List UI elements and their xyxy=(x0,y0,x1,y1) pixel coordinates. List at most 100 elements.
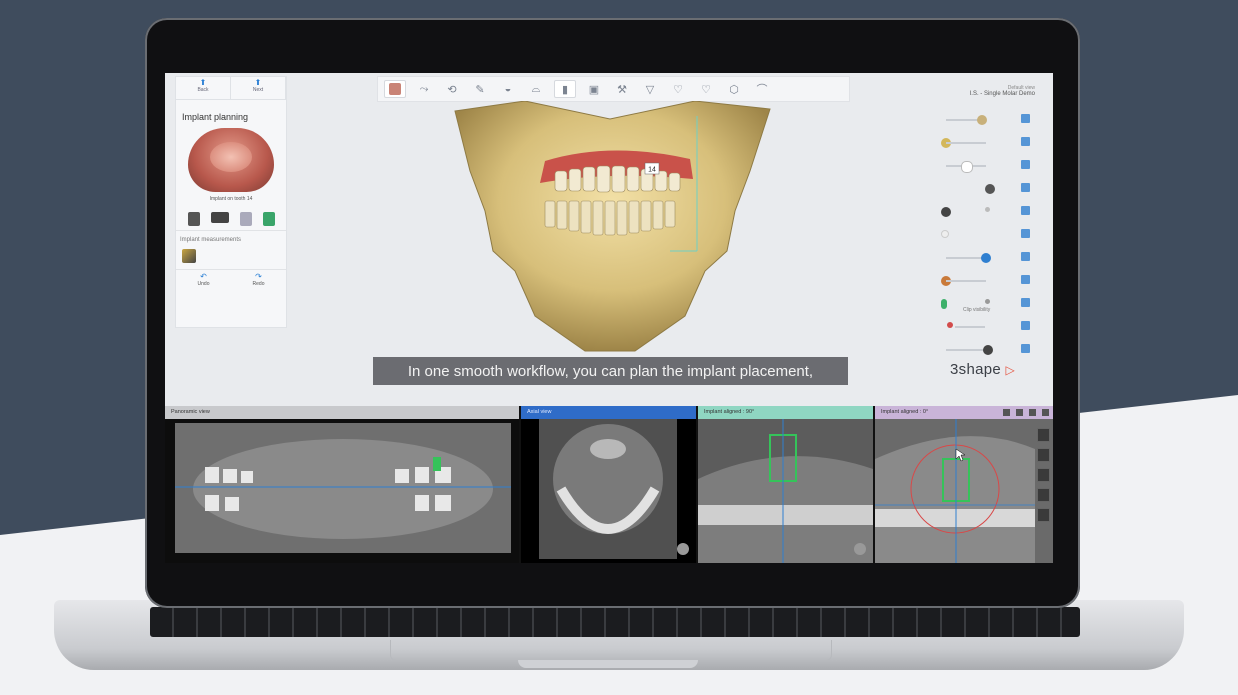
implant-selected-icon[interactable] xyxy=(262,212,275,226)
video-subtitle: In one smooth workflow, you can plan the… xyxy=(373,357,848,385)
clip-visibility-toggle[interactable]: Clip visibility xyxy=(963,307,990,313)
axial-slice xyxy=(539,419,689,559)
orientation-icon[interactable] xyxy=(677,543,689,555)
slider-knob[interactable] xyxy=(985,207,990,212)
profile-tool[interactable] xyxy=(384,80,406,98)
jaw-icon: ⌓ xyxy=(531,82,541,95)
tool-tooth-b[interactable]: ♡ xyxy=(696,81,716,97)
undo-icon: ↶ xyxy=(200,272,207,281)
sleeve-icon: ▣ xyxy=(588,83,600,96)
tool-scan[interactable]: ⤳ xyxy=(414,81,434,97)
layer-icon[interactable] xyxy=(1021,206,1030,215)
back-button[interactable]: ⬆ Back xyxy=(176,77,231,99)
tool-implant[interactable]: ▮ xyxy=(554,80,576,98)
slider-row xyxy=(941,157,1031,180)
laptop-notch xyxy=(518,660,698,668)
tooth-marker-label: 14 xyxy=(648,167,656,174)
tool-crown[interactable]: ◒ xyxy=(498,81,518,97)
slider-knob[interactable] xyxy=(941,207,951,217)
next-button[interactable]: ⬆ Next xyxy=(231,77,286,99)
panel-title: Implant planning xyxy=(182,112,249,122)
slider-knob[interactable] xyxy=(947,322,953,328)
aligned-0-slice xyxy=(875,419,1053,563)
play-icon[interactable] xyxy=(1016,409,1023,416)
tool-nerve[interactable]: ✎ xyxy=(470,81,490,97)
layer-icon[interactable] xyxy=(1021,137,1030,146)
implant-marker xyxy=(433,457,441,471)
slice-side-tools xyxy=(1037,428,1050,522)
skull-3d-view[interactable]: 14 xyxy=(435,101,785,356)
tool-align[interactable]: ⟲ xyxy=(442,81,462,97)
layer-icon[interactable] xyxy=(1021,160,1030,169)
aligned-0-pane[interactable]: Implant aligned : 0° xyxy=(875,406,1053,563)
layer-icon[interactable] xyxy=(1021,229,1030,238)
layer-icon[interactable] xyxy=(1021,183,1030,192)
marker-tool-icon[interactable] xyxy=(1037,488,1050,502)
slider-knob[interactable] xyxy=(941,230,949,238)
workflow-panel: ⬆ Back ⬆ Next Implant planning Implant on … xyxy=(175,76,287,328)
jaw-model-thumbnail[interactable] xyxy=(188,128,274,192)
slider-knob[interactable] xyxy=(985,299,990,304)
redo-button[interactable]: ↷ Redo xyxy=(231,270,286,288)
crown-icon[interactable] xyxy=(239,212,252,226)
implant-type-row xyxy=(182,212,280,226)
maximize-icon[interactable] xyxy=(1042,409,1049,416)
layout-icon[interactable] xyxy=(1029,409,1036,416)
undo-button[interactable]: ↶ Undo xyxy=(176,270,231,288)
layer-icon[interactable] xyxy=(1021,344,1030,353)
pane-header: Implant aligned : 90° xyxy=(698,406,873,419)
main-toolbar: ⤳ ⟲ ✎ ◒ ⌓ ▮ ▣ ⚒ ▽ ♡ ♡ ⬡ ⌒ xyxy=(377,76,850,102)
pane-header: Axial view xyxy=(521,406,696,419)
measurements-label: Implant measurements xyxy=(176,230,286,245)
tool-sleeve[interactable]: ▣ xyxy=(584,81,604,97)
app-screen: ⬆ Back ⬆ Next Implant planning Implant on … xyxy=(165,73,1053,563)
slider-row xyxy=(941,111,1031,134)
slider-knob[interactable] xyxy=(981,253,991,263)
orientation-icon[interactable] xyxy=(854,543,866,555)
slider-row xyxy=(941,134,1031,157)
redo-label: Redo xyxy=(252,281,265,287)
nerve-tool-icon[interactable] xyxy=(1037,428,1050,442)
implant-tool-icon: ▮ xyxy=(561,83,569,96)
model-caption: Implant on tooth 14 xyxy=(209,196,253,202)
brand-logo: 3shape ▷ xyxy=(950,361,1015,378)
pane-title: Implant aligned : 90° xyxy=(704,409,755,415)
tooth-outline-icon: ♡ xyxy=(701,83,711,96)
slider-knob[interactable] xyxy=(983,345,993,355)
aligned-90-pane[interactable]: Implant aligned : 90° xyxy=(698,406,873,563)
slider-knob[interactable] xyxy=(985,184,995,194)
slider-row xyxy=(941,318,1031,341)
abutment-icon[interactable] xyxy=(210,212,229,223)
guide-icon: ▽ xyxy=(645,83,655,96)
measure-tool-icon[interactable] xyxy=(182,249,196,263)
tool-finish[interactable]: ⌒ xyxy=(752,81,772,97)
arrow-up-icon: ⬆ xyxy=(254,78,262,87)
pane-title: Panoramic view xyxy=(171,409,210,415)
layer-icon[interactable] xyxy=(1021,114,1030,123)
slider-knob[interactable] xyxy=(961,161,973,173)
axial-pane[interactable]: Axial view xyxy=(521,406,696,563)
tool-tooth-a[interactable]: ♡ xyxy=(668,81,688,97)
tool-guide[interactable]: ▽ xyxy=(640,81,660,97)
panoramic-pane[interactable]: Panoramic view xyxy=(165,406,519,563)
camera-icon[interactable] xyxy=(1003,409,1010,416)
implant-view-icon[interactable] xyxy=(1037,508,1050,522)
scan-icon: ⤳ xyxy=(419,82,429,95)
slider-knob[interactable] xyxy=(941,299,947,309)
tool-drill[interactable]: ⚒ xyxy=(612,81,632,97)
logo-mark-icon: ▷ xyxy=(1005,363,1016,377)
crown-tool-icon: ◒ xyxy=(504,83,512,95)
tool-export[interactable]: ⬡ xyxy=(724,81,744,97)
layer-icon[interactable] xyxy=(1021,321,1030,330)
slider-row xyxy=(941,226,1031,249)
slider-knob[interactable] xyxy=(977,115,987,125)
line-tool-icon[interactable] xyxy=(1037,468,1050,482)
layer-icon[interactable] xyxy=(1021,298,1030,307)
layer-icon[interactable] xyxy=(1021,275,1030,284)
ruler-tool-icon[interactable] xyxy=(1037,448,1050,462)
panoramic-xray xyxy=(175,423,511,553)
slider-row xyxy=(941,203,1031,226)
tool-jaw[interactable]: ⌓ xyxy=(526,81,546,97)
implant-icon[interactable] xyxy=(187,212,200,226)
layer-icon[interactable] xyxy=(1021,252,1030,261)
